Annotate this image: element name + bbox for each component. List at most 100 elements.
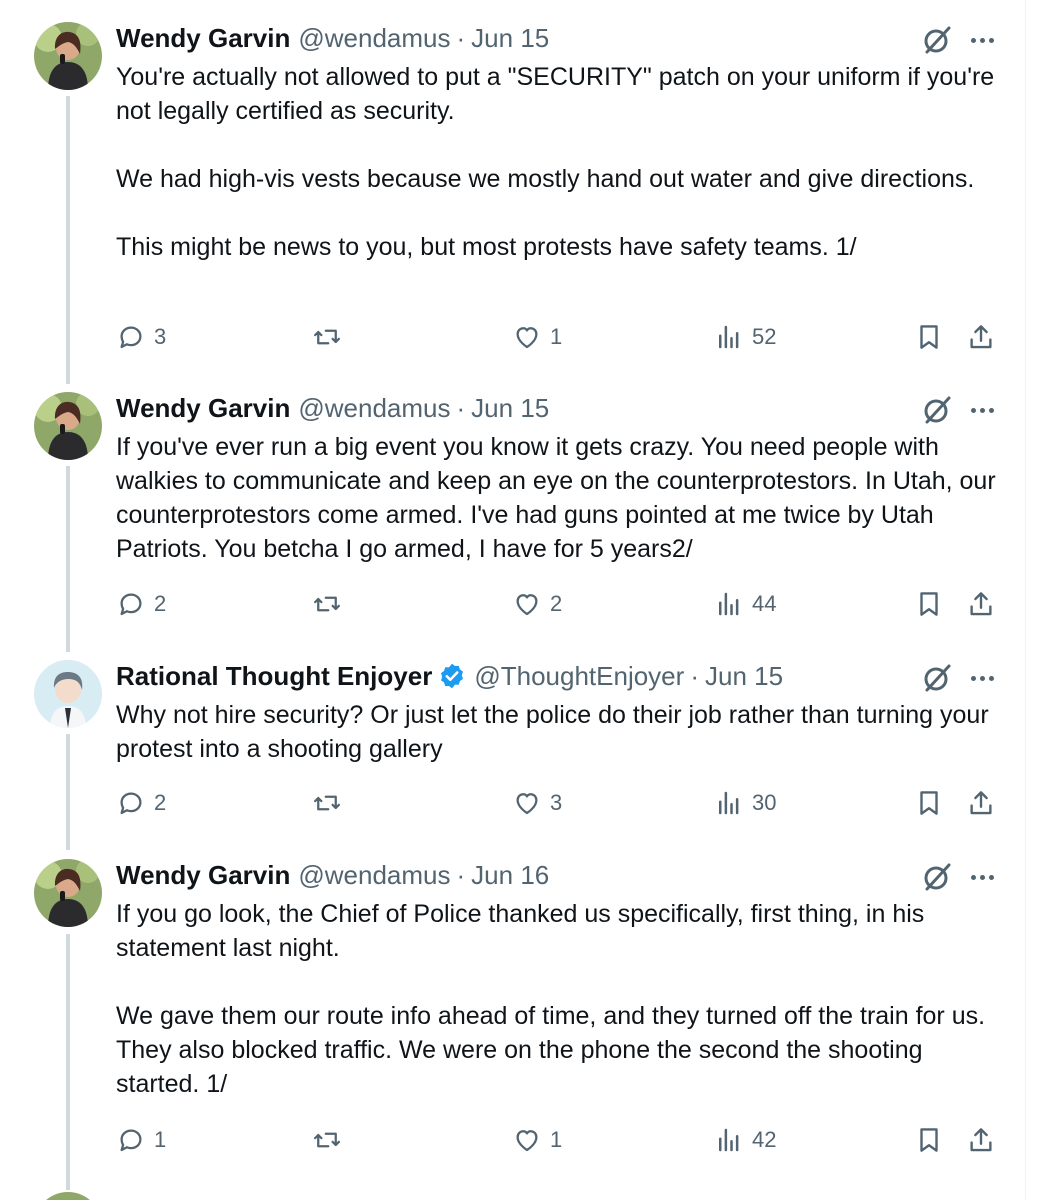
tweet-actions: 2 3 30 (116, 786, 1006, 820)
bookmark-icon (920, 325, 938, 349)
bookmark-button[interactable] (914, 320, 944, 354)
like-icon (516, 793, 538, 815)
display-name[interactable]: Rational Thought Enjoyer (116, 661, 432, 692)
like-button[interactable]: 3 (512, 786, 562, 820)
tweet-date[interactable]: Jun 16 (471, 860, 549, 891)
thread-line (66, 734, 70, 850)
verified-badge-icon (438, 662, 466, 690)
more-icon[interactable] (966, 24, 998, 56)
share-icon (970, 791, 992, 815)
like-count: 3 (550, 790, 563, 815)
reply-icon (120, 1129, 142, 1152)
views-icon (719, 1128, 739, 1152)
bookmark-button[interactable] (914, 1123, 944, 1157)
more-icon[interactable] (966, 394, 998, 426)
separator: · (456, 859, 466, 890)
reply-button[interactable]: 2 (116, 587, 166, 621)
separator: · (690, 660, 699, 691)
user-handle[interactable]: @wendamus (298, 23, 450, 54)
avatar[interactable] (34, 392, 102, 460)
avatar[interactable] (34, 660, 102, 728)
thread-line (66, 96, 70, 384)
like-button[interactable]: 1 (512, 320, 562, 354)
share-icon (970, 325, 992, 349)
display-name[interactable]: Wendy Garvin (116, 393, 290, 424)
reply-icon (120, 326, 142, 349)
avatar-illustration (34, 660, 102, 728)
tweet-date[interactable]: Jun 15 (471, 23, 549, 54)
tweet-date[interactable]: Jun 15 (705, 661, 783, 692)
retweet-button[interactable] (312, 320, 350, 354)
share-button[interactable] (966, 320, 996, 354)
share-button[interactable] (966, 1123, 996, 1157)
views-button[interactable]: 44 (714, 587, 776, 621)
avatar[interactable] (34, 859, 102, 927)
tweet-actions: 3 1 52 (116, 320, 1006, 354)
more-icon[interactable] (966, 861, 998, 893)
like-count: 1 (550, 324, 563, 349)
retweet-button[interactable] (312, 587, 350, 621)
views-icon (719, 592, 739, 616)
share-icon (970, 592, 992, 616)
retweet-icon (314, 795, 340, 811)
tweet-actions: 2 2 44 (116, 587, 1006, 621)
like-icon (516, 594, 538, 616)
tweet-text: If you go look, the Chief of Police than… (116, 900, 986, 1098)
like-button[interactable]: 2 (512, 587, 562, 621)
more-icon[interactable] (966, 662, 998, 694)
like-icon (516, 327, 538, 349)
user-handle[interactable]: @wendamus (298, 393, 450, 424)
views-count: 44 (752, 591, 777, 616)
user-handle[interactable]: @wendamus (298, 860, 450, 891)
views-button[interactable]: 52 (714, 320, 776, 354)
grok-icon[interactable] (921, 24, 953, 56)
views-count: 30 (752, 790, 777, 815)
next-tweet-avatar[interactable] (34, 1192, 102, 1200)
tweet-header: Wendy Garvin @wendamus · Jun 16 (116, 859, 549, 891)
grok-icon[interactable] (921, 861, 953, 893)
share-button[interactable] (966, 786, 996, 820)
share-button[interactable] (966, 587, 996, 621)
retweet-icon (314, 329, 340, 345)
retweet-icon (314, 596, 340, 612)
tweet-header: Wendy Garvin @wendamus · Jun 15 (116, 22, 549, 54)
views-icon (719, 325, 739, 349)
tweet-text: If you've ever run a big event you know … (116, 433, 1003, 563)
grok-icon[interactable] (921, 394, 953, 426)
reply-count: 3 (154, 324, 167, 349)
bookmark-icon (920, 592, 938, 616)
bookmark-button[interactable] (914, 587, 944, 621)
tweet-date[interactable]: Jun 15 (471, 393, 549, 424)
reply-button[interactable]: 2 (116, 786, 166, 820)
reply-button[interactable]: 1 (116, 1123, 166, 1157)
separator: · (456, 392, 466, 423)
reply-count: 2 (154, 591, 167, 616)
retweet-button[interactable] (312, 1123, 350, 1157)
reply-count: 2 (154, 790, 167, 815)
reply-button[interactable]: 3 (116, 320, 166, 354)
views-icon (719, 791, 739, 815)
bookmark-icon (920, 1128, 938, 1152)
bookmark-icon (920, 791, 938, 815)
like-icon (516, 1130, 538, 1152)
reply-icon (120, 593, 142, 616)
bookmark-button[interactable] (914, 786, 944, 820)
tweet-actions: 1 1 42 (116, 1123, 1006, 1157)
tweet-header: Wendy Garvin @wendamus · Jun 15 (116, 392, 549, 424)
like-button[interactable]: 1 (512, 1123, 562, 1157)
avatar[interactable] (34, 22, 102, 90)
retweet-button[interactable] (312, 786, 350, 820)
user-handle[interactable]: @ThoughtEnjoyer (474, 661, 684, 692)
views-count: 52 (752, 324, 777, 349)
display-name[interactable]: Wendy Garvin (116, 23, 290, 54)
separator: · (456, 22, 466, 53)
display-name[interactable]: Wendy Garvin (116, 860, 290, 891)
thread-line (66, 934, 70, 1190)
grok-icon[interactable] (921, 662, 953, 694)
retweet-icon (314, 1132, 340, 1148)
thread-line (66, 466, 70, 652)
avatar-photo (34, 859, 102, 927)
views-button[interactable]: 30 (714, 786, 776, 820)
views-button[interactable]: 42 (714, 1123, 776, 1157)
reply-icon (120, 792, 142, 815)
